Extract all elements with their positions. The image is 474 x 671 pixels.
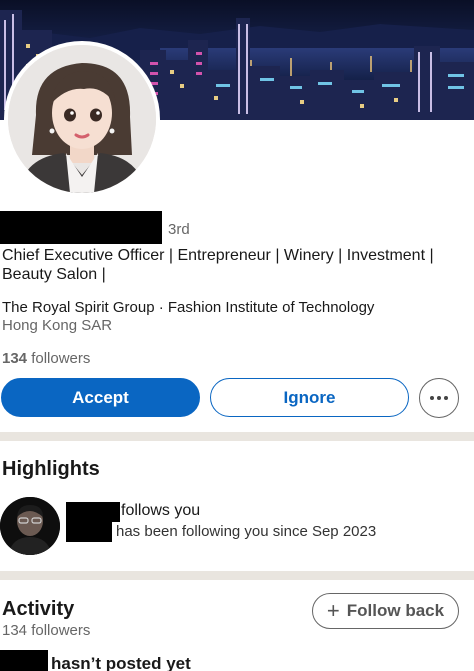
follow-back-button[interactable]: + Follow back	[312, 593, 459, 629]
profile-page: 3rd Chief Executive Officer | Entreprene…	[0, 0, 474, 671]
activity-title: Activity	[2, 598, 75, 620]
redacted-follower-name-2	[66, 522, 112, 542]
name-row: 3rd	[0, 211, 474, 245]
highlights-title: Highlights	[2, 458, 100, 480]
section-divider	[0, 432, 474, 441]
not-posted-text: hasn’t posted yet	[51, 654, 191, 671]
redacted-follower-name	[66, 502, 120, 522]
redacted-name	[0, 211, 162, 244]
activity-followers: 134 followers	[2, 622, 91, 639]
plus-icon: +	[326, 598, 340, 623]
redacted-activity-name	[0, 650, 48, 671]
section-divider	[0, 571, 474, 580]
connection-degree: 3rd	[168, 221, 190, 238]
follows-you-text: follows you	[121, 502, 201, 519]
follower-avatar[interactable]	[0, 497, 60, 555]
follow-back-label: Follow back	[346, 601, 445, 620]
following-since-text: has been following you since Sep 2023	[116, 523, 377, 540]
profile-organizations: The Royal Spirit Group · Fashion Institu…	[2, 299, 375, 316]
profile-avatar[interactable]	[4, 41, 160, 197]
profile-headline: Chief Executive Officer | Entrepreneur |…	[2, 247, 434, 283]
accept-button[interactable]: Accept	[1, 378, 200, 417]
more-button[interactable]	[419, 378, 459, 418]
followers-count: 134	[2, 350, 28, 367]
profile-location: Hong Kong SAR	[2, 317, 113, 334]
more-horizontal-icon	[430, 396, 448, 400]
profile-followers: 134 followers	[2, 350, 90, 367]
ignore-button[interactable]: Ignore	[210, 378, 409, 417]
followers-label: followers	[31, 350, 91, 367]
